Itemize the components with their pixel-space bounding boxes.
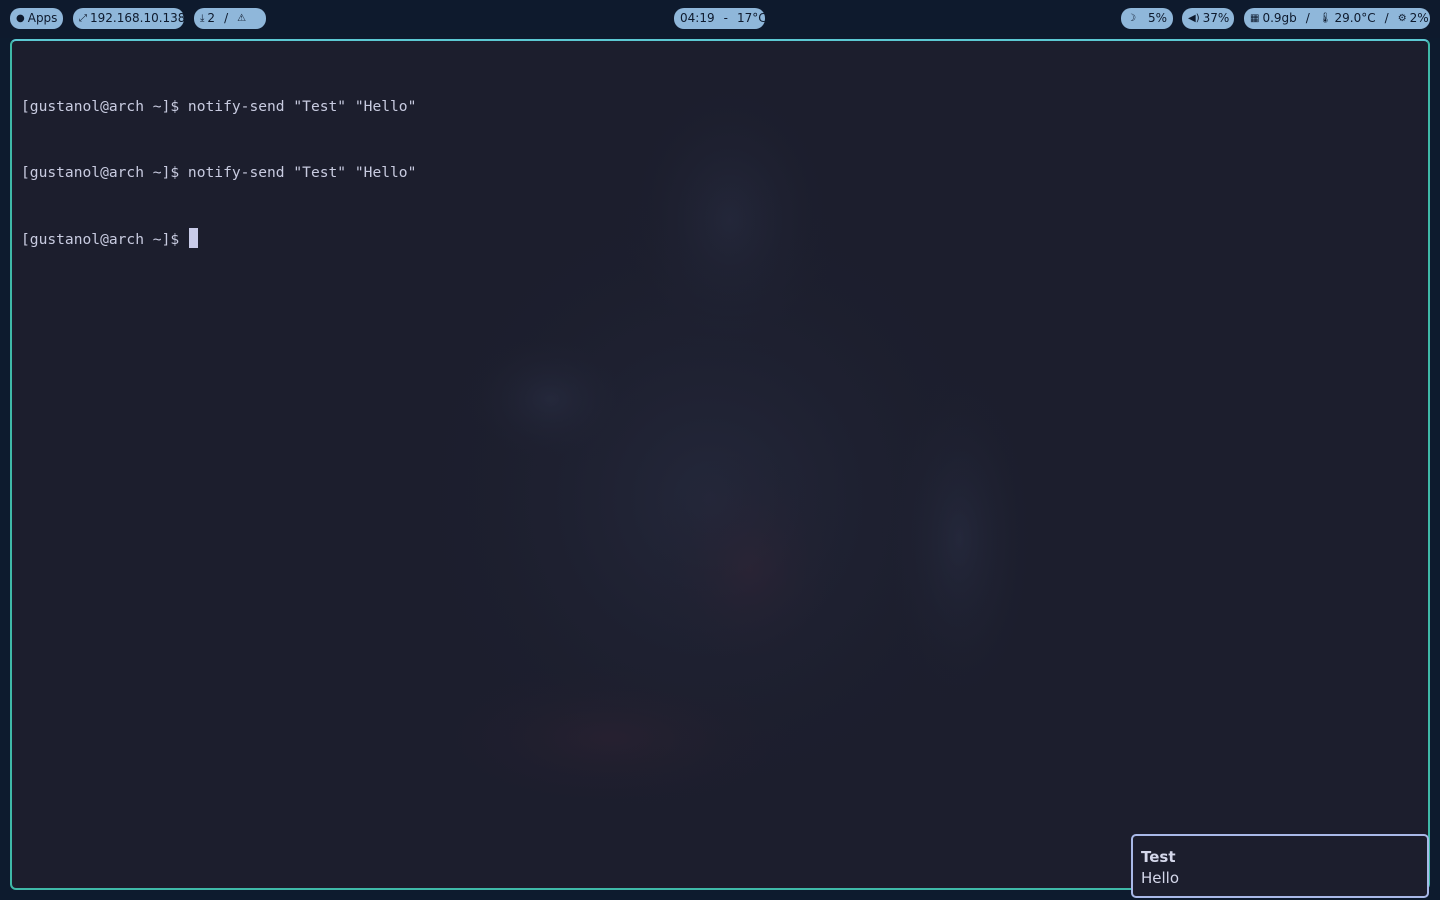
- speaker-icon: ◀): [1188, 13, 1200, 24]
- system-stats-widget[interactable]: ▦ 0.9gb / 🌡︎ 29.0°C / ⚙ 2%: [1244, 8, 1430, 29]
- terminal-line: [gustanol@arch ~]$ notify-send "Test" "H…: [21, 98, 417, 115]
- ip-address: 192.168.10.138: [90, 11, 186, 25]
- separator: -: [723, 11, 728, 25]
- terminal-prompt-line[interactable]: [gustanol@arch ~]$: [21, 228, 416, 250]
- text-cursor: [188, 228, 198, 248]
- notification-popup[interactable]: Test Hello: [1131, 834, 1429, 898]
- memory-icon: ▦: [1250, 13, 1260, 24]
- apps-button[interactable]: ● Apps: [10, 8, 63, 29]
- terminal-prompt: [gustanol@arch ~]$: [21, 231, 188, 248]
- clock-time: 04:19: [680, 11, 715, 25]
- terminal-window[interactable]: [gustanol@arch ~]$ notify-send "Test" "H…: [10, 39, 1430, 890]
- network-widget[interactable]: ⤢ 192.168.10.138: [73, 8, 186, 29]
- volume-level: 37%: [1202, 11, 1230, 25]
- thermometer-icon: 🌡︎: [1318, 13, 1332, 24]
- separator: /: [1384, 11, 1389, 25]
- updates-count: 2: [207, 11, 216, 25]
- cpu-icon: ⚙: [1397, 13, 1407, 24]
- brightness-widget[interactable]: ☽ 5%: [1121, 8, 1173, 29]
- notification-body: Hello: [1141, 869, 1180, 887]
- weather-temp: 17°C: [736, 11, 767, 25]
- status-bar: ● Apps ⤢ 192.168.10.138 ⤓ 2 / ⚠ 04:19 - …: [0, 0, 1440, 38]
- download-icon: ⤓: [200, 13, 205, 24]
- memory-usage: 0.9gb: [1262, 11, 1297, 25]
- volume-widget[interactable]: ◀) 37%: [1182, 8, 1234, 29]
- updates-widget[interactable]: ⤓ 2 / ⚠: [194, 8, 266, 29]
- warning-icon: ⚠: [237, 13, 247, 24]
- apps-label: Apps: [27, 11, 58, 25]
- terminal-output[interactable]: [gustanol@arch ~]$ notify-send "Test" "H…: [21, 52, 416, 294]
- separator: /: [1305, 11, 1310, 25]
- separator: /: [224, 11, 229, 25]
- brightness-level: 5%: [1147, 11, 1167, 25]
- notification-title: Test: [1141, 848, 1176, 866]
- cpu-usage: 2%: [1409, 11, 1429, 25]
- link-icon: ⤢: [79, 13, 87, 24]
- terminal-line: [gustanol@arch ~]$ notify-send "Test" "H…: [21, 164, 417, 181]
- clock-widget[interactable]: 04:19 - 17°C: [674, 8, 767, 29]
- cpu-temperature: 29.0°C: [1334, 11, 1376, 25]
- apps-icon: ●: [16, 13, 25, 24]
- moon-icon: ☽: [1127, 13, 1136, 24]
